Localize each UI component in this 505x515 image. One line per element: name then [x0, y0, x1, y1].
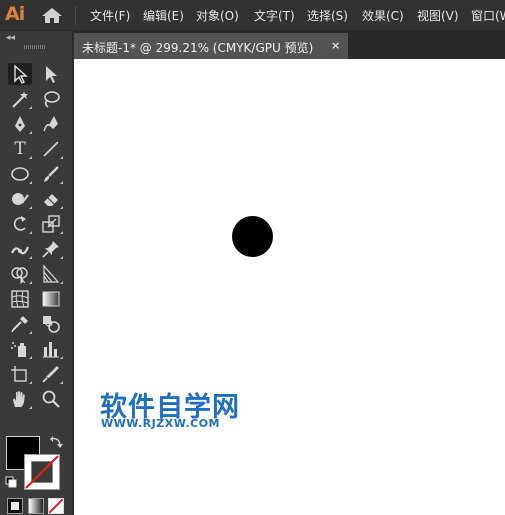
perspective-grid-tool[interactable] — [39, 263, 63, 285]
close-tab-icon[interactable]: × — [331, 39, 340, 52]
rotate-icon — [13, 216, 26, 231]
slice-tool[interactable] — [39, 363, 63, 385]
mesh-icon — [11, 290, 29, 308]
direct-selection-tool[interactable] — [39, 63, 63, 85]
menu-object[interactable]: 对象(O) — [196, 7, 239, 24]
pen-tool[interactable] — [8, 113, 32, 135]
ellipse-icon — [11, 167, 29, 181]
scale-tool[interactable] — [39, 213, 63, 235]
line-segment-icon — [43, 141, 59, 157]
document-tab[interactable]: 未标题-1* @ 299.21% (CMYK/GPU 预览) × — [74, 33, 348, 59]
eyedropper-icon — [11, 316, 28, 333]
color-mode-button[interactable] — [7, 498, 23, 514]
magic-wand-icon — [12, 91, 28, 108]
blend-icon — [43, 316, 60, 333]
default-fill-stroke-icon[interactable] — [5, 476, 17, 488]
width-tool[interactable] — [8, 238, 32, 260]
symbol-sprayer-icon — [11, 342, 26, 357]
scale-icon — [42, 215, 60, 233]
type-t-icon: T — [14, 139, 26, 159]
symbol-sprayer-tool[interactable] — [8, 338, 32, 360]
eyedropper-tool[interactable] — [8, 313, 32, 335]
line-segment-tool[interactable] — [39, 138, 63, 160]
menu-bar: Ai 文件(F) 编辑(E) 对象(O) 文字(T) 选择(S) 效果(C) 视… — [0, 0, 505, 31]
blend-tool[interactable] — [39, 313, 63, 335]
menu-window[interactable]: 窗口(W — [471, 7, 505, 24]
magic-wand-tool[interactable] — [8, 88, 32, 110]
type-tool[interactable]: T — [8, 138, 32, 160]
gradient-icon — [42, 291, 60, 307]
rotate-tool[interactable] — [8, 213, 32, 235]
menu-select[interactable]: 选择(S) — [307, 7, 348, 24]
gradient-mode-button[interactable] — [28, 498, 44, 514]
selection-tool[interactable] — [8, 63, 32, 85]
magnifier-icon — [42, 390, 60, 408]
menu-type[interactable]: 文字(T) — [254, 7, 295, 24]
home-icon[interactable] — [41, 7, 63, 24]
shape-builder-tool[interactable] — [8, 263, 32, 285]
curvature-pen-icon — [43, 116, 58, 132]
app-logo: Ai — [5, 3, 25, 25]
watermark-url: WWW.RJZXW.COM — [101, 417, 220, 430]
shaper-icon — [12, 193, 29, 205]
pen-nib-icon — [15, 116, 25, 132]
zoom-tool[interactable] — [39, 388, 63, 410]
paintbrush-tool[interactable] — [39, 163, 63, 185]
pushpin-icon — [42, 241, 59, 258]
document-tab-bar: 未标题-1* @ 299.21% (CMYK/GPU 预览) × — [74, 31, 505, 59]
black-circle-shape[interactable] — [232, 216, 273, 257]
direct-selection-arrow-icon — [46, 66, 57, 83]
lasso-tool[interactable] — [39, 88, 63, 110]
tools-panel: ◂◂ T — [0, 31, 73, 515]
eraser-icon — [44, 194, 58, 206]
bar-graph-icon — [43, 342, 59, 358]
menu-effect[interactable]: 效果(C) — [362, 7, 404, 24]
swap-fill-stroke-icon[interactable] — [49, 435, 63, 449]
artboard-canvas[interactable]: 软件自学网 WWW.RJZXW.COM — [74, 59, 505, 515]
selection-arrow-icon — [14, 64, 28, 84]
none-mode-button[interactable] — [48, 498, 64, 514]
gradient-tool[interactable] — [39, 288, 63, 310]
panel-grip[interactable] — [24, 45, 46, 49]
hand-tool[interactable] — [8, 388, 32, 410]
column-graph-tool[interactable] — [39, 338, 63, 360]
lasso-icon — [44, 91, 60, 108]
ellipse-tool[interactable] — [8, 163, 32, 185]
menu-file[interactable]: 文件(F) — [90, 7, 130, 24]
menu-view[interactable]: 视图(V) — [417, 7, 459, 24]
none-red-slash-icon — [49, 499, 63, 513]
perspective-grid-icon — [43, 264, 60, 283]
slice-knife-icon — [42, 366, 59, 383]
color-mode-inner — [11, 502, 19, 510]
artboard-icon — [11, 366, 27, 382]
puppet-warp-tool[interactable] — [39, 238, 63, 260]
mesh-tool[interactable] — [8, 288, 32, 310]
eraser-tool[interactable] — [39, 188, 63, 210]
curvature-tool[interactable] — [39, 113, 63, 135]
stroke-color-swatch[interactable] — [24, 454, 60, 490]
paintbrush-icon — [44, 166, 59, 182]
artboard-tool[interactable] — [8, 363, 32, 385]
menu-separator — [75, 6, 76, 25]
none-slash-icon — [25, 455, 59, 489]
hand-icon — [13, 391, 25, 407]
shape-builder-icon — [11, 267, 28, 284]
document-tab-title: 未标题-1* @ 299.21% (CMYK/GPU 预览) — [82, 41, 314, 55]
menu-edit[interactable]: 编辑(E) — [143, 7, 184, 24]
width-warp-icon — [11, 246, 30, 255]
collapse-panel-button[interactable]: ◂◂ — [6, 33, 15, 43]
shaper-tool[interactable] — [8, 188, 32, 210]
